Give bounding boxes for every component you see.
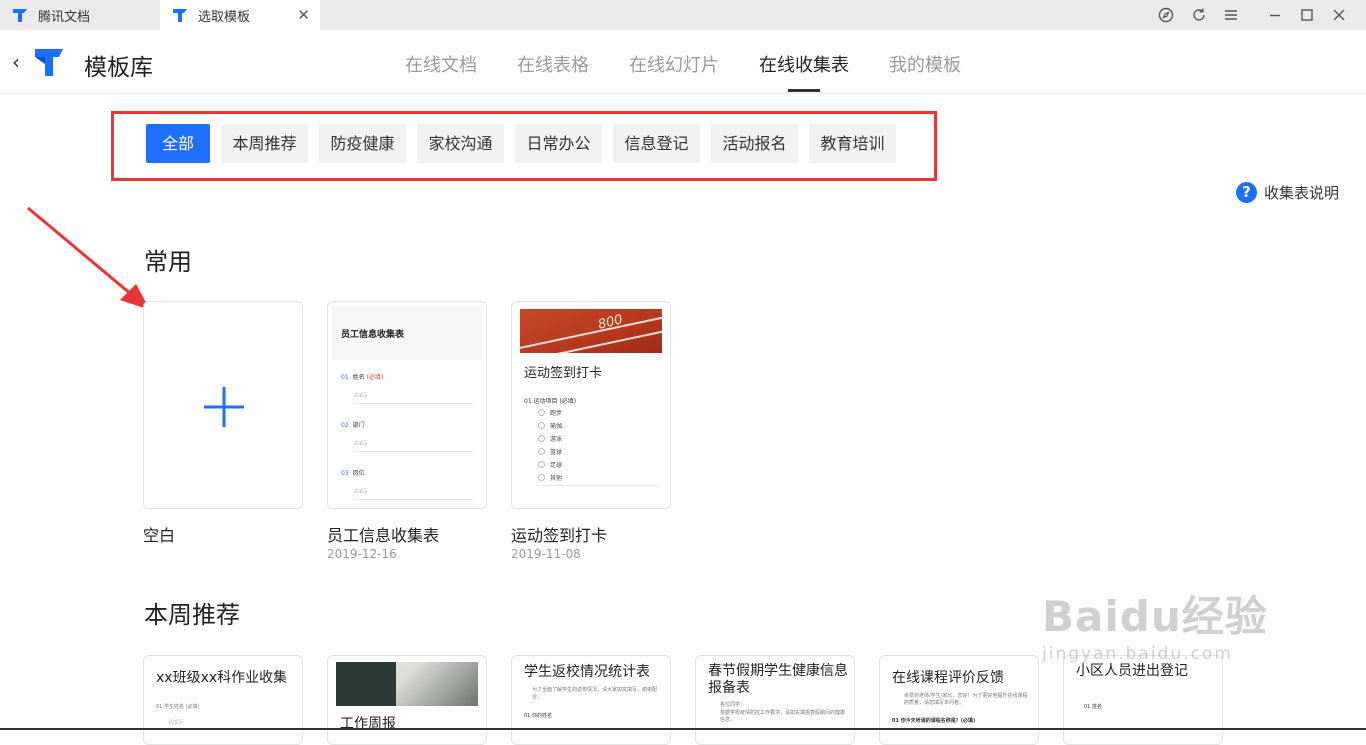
card-name: 员工信息收集表 [327, 526, 440, 545]
tab-close-icon[interactable]: ✕ [297, 7, 310, 23]
category-weekly[interactable]: 本周推荐 [221, 124, 308, 163]
blank-template-card[interactable] [143, 301, 303, 509]
preview-option: 其他 [538, 473, 562, 482]
preview-placeholder: 请填写 [353, 441, 369, 447]
nav-online-sheets[interactable]: 在线表格 [517, 51, 589, 77]
nav-online-forms[interactable]: 在线收集表 [759, 51, 849, 77]
preview-question: 01 你的姓名 [524, 713, 552, 719]
weekly-report-template-card[interactable]: 工作周报 [327, 655, 487, 745]
watermark-line1: Baidu经验 [1042, 592, 1268, 641]
tencent-docs-logo-icon [35, 49, 63, 76]
tab-label: 腾讯文档 [38, 9, 91, 25]
preview-text: 各位同学： [720, 702, 746, 708]
help-label: 收集表说明 [1264, 184, 1340, 202]
preview-placeholder: 请填写 [168, 720, 184, 726]
preview-divider [536, 485, 658, 486]
preview-title: 工作周报 [340, 716, 396, 732]
employee-info-template-card[interactable]: 员工信息收集表 01 姓名 (必填) 请填写 02 部门 请填写 03 岗位 请填写 [327, 301, 487, 509]
card-date: 2019-11-08 [511, 547, 581, 561]
tencent-docs-logo-icon [173, 9, 187, 22]
preview-text: 根据学校疫情防控工作要求，请如实填报寒假期间的健康信息。 [720, 710, 846, 723]
question-icon: ? [1236, 182, 1257, 203]
minimize-icon[interactable] [1265, 5, 1285, 25]
preview-option: 跑步 [538, 408, 562, 417]
category-education[interactable]: 教育培训 [809, 124, 896, 163]
preview-divider [353, 403, 473, 404]
section-title-common: 常用 [144, 248, 192, 276]
category-daily-office[interactable]: 日常办公 [515, 124, 602, 163]
course-feedback-template-card[interactable]: 在线课程评价反馈 亲爱的老师/学生/家长，您好！为了更好地提升在线课程的质量，请… [879, 655, 1039, 745]
category-all[interactable]: 全部 [146, 124, 210, 163]
preview-question: 02 部门 [341, 422, 365, 429]
card-name: 运动签到打卡 [511, 526, 608, 545]
card-date: 2019-12-16 [327, 547, 397, 561]
template-header: ‹ 模板库 在线文档 在线表格 在线幻灯片 在线收集表 我的模板 [0, 30, 1366, 94]
pen-photo-image [336, 662, 478, 706]
preview-question: 03 岗位 [341, 470, 365, 477]
category-health[interactable]: 防疫健康 [319, 124, 406, 163]
annotation-arrow [27, 206, 150, 310]
preview-option: 篮球 [538, 447, 562, 456]
tab-select-template[interactable]: 选取模板 ✕ [160, 0, 320, 30]
help-link[interactable]: ? 收集表说明 [1236, 182, 1339, 203]
preview-divider [353, 499, 473, 500]
plus-icon [204, 387, 244, 427]
tab-label: 选取模板 [198, 9, 251, 25]
category-info-register[interactable]: 信息登记 [613, 124, 700, 163]
preview-title: 在线课程评价反馈 [892, 670, 1004, 686]
return-school-template-card[interactable]: 学生返校情况统计表 为了全面了解学生的返校情况，请大家如实填写，谢谢配合。 01… [511, 655, 671, 745]
page-title: 模板库 [84, 55, 153, 81]
preview-placeholder: 请填写 [353, 393, 369, 399]
back-chevron-icon[interactable]: ‹ [12, 50, 20, 74]
browser-tab-bar: 腾讯文档 选取模板 ✕ [0, 0, 1366, 30]
refresh-icon[interactable] [1189, 5, 1209, 25]
preview-text: 亲爱的老师/学生/家长，您好！为了更好地提升在线课程的质量，请您填写本问卷。 [904, 693, 1028, 706]
preview-title: 员工信息收集表 [341, 330, 405, 340]
sport-checkin-template-card[interactable]: 800 运动签到打卡 01 运动项目 (必填) 跑步 瑜伽 游泳 篮球 足球 其… [511, 301, 671, 509]
compass-icon[interactable] [1156, 5, 1176, 25]
preview-option: 瑜伽 [538, 421, 562, 430]
preview-divider [353, 451, 473, 452]
holiday-health-template-card[interactable]: 春节假期学生健康信息报备表 各位同学： 根据学校疫情防控工作要求，请如实填报寒假… [695, 655, 855, 745]
preview-title: 春节假期学生健康信息报备表 [708, 663, 848, 696]
preview-question: 01 姓名 (必填) [341, 374, 384, 381]
preview-text: 01 学生姓名 (必填) [156, 704, 200, 710]
homework-template-card[interactable]: xx班级xx科作业收集 01 学生姓名 (必填) 请填写 [143, 655, 303, 745]
preview-question: 01 运动项目 (必填) [524, 398, 577, 405]
preview-option: 足球 [538, 460, 562, 469]
section-title-weekly: 本周推荐 [144, 601, 240, 629]
preview-title: 学生返校情况统计表 [524, 664, 650, 680]
community-register-template-card[interactable]: 小区人员进出登记 01 姓名 [1063, 655, 1223, 745]
baidu-watermark: Baidu经验 jingyan.baidu.com [1042, 583, 1268, 664]
category-home-school[interactable]: 家校沟通 [417, 124, 504, 163]
preview-question: 01 姓名 [1084, 704, 1102, 710]
tencent-docs-logo-icon [13, 9, 27, 22]
preview-question: 01 你今天听课的课程名称是？(必填) [892, 718, 976, 724]
maximize-icon[interactable] [1297, 5, 1317, 25]
preview-title: 小区人员进出登记 [1076, 663, 1188, 679]
nav-active-indicator [788, 89, 820, 92]
category-event-signup[interactable]: 活动报名 [711, 124, 798, 163]
preview-title: xx班级xx科作业收集 [156, 670, 288, 686]
tab-tencent-docs[interactable]: 腾讯文档 [0, 0, 158, 30]
nav-online-slides[interactable]: 在线幻灯片 [629, 51, 719, 77]
preview-title: 运动签到打卡 [524, 366, 603, 381]
watermark-line2: jingyan.baidu.com [1042, 644, 1233, 664]
card-name: 空白 [143, 526, 176, 545]
preview-placeholder: 请填写 [353, 489, 369, 495]
running-track-image: 800 [512, 309, 670, 365]
menu-icon[interactable] [1221, 5, 1241, 25]
preview-option: 游泳 [538, 434, 562, 443]
close-icon[interactable] [1329, 5, 1349, 25]
nav-online-docs[interactable]: 在线文档 [405, 51, 477, 77]
nav-my-templates[interactable]: 我的模板 [889, 51, 961, 77]
preview-text: 为了全面了解学生的返校情况，请大家如实填写，谢谢配合。 [532, 687, 658, 700]
